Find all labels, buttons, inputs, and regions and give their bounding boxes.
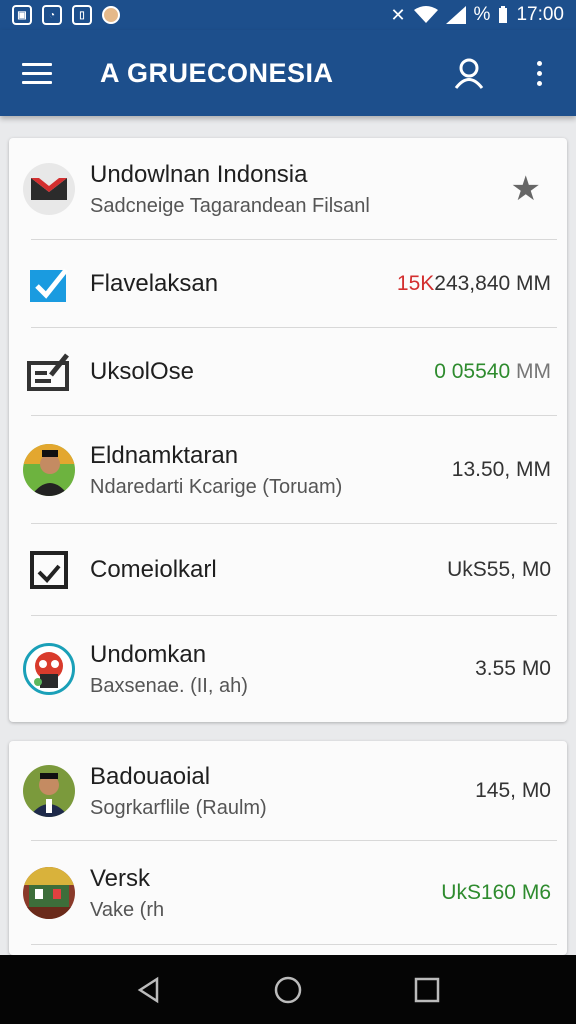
recents-icon[interactable] <box>405 968 449 1012</box>
item-title: UksolOse <box>90 358 195 385</box>
item-subtitle: Ndaredarti Kcarige (Toruam) <box>90 475 343 498</box>
item-value: UkS160 M6 <box>441 881 551 904</box>
system-nav-bar <box>0 955 576 1024</box>
item-title: Comeiolkarl <box>90 556 217 583</box>
battery-icon <box>499 6 508 23</box>
check-square-icon <box>22 543 76 597</box>
list-item[interactable]: UksolOse 0 05540 MM <box>9 328 567 416</box>
wifi-icon <box>413 6 438 23</box>
avatar <box>22 764 76 818</box>
item-title: Flavelaksan <box>90 270 219 297</box>
list-item[interactable]: Undomkan Baxsenae. (II, ah) 3.55 M0 <box>9 616 567 722</box>
list-item[interactable]: Eldnamktaran Ndaredarti Kcarige (Toruam)… <box>9 416 567 524</box>
account-card: Undowlnan Indonsia Sadcneige Tagarandean… <box>9 138 567 722</box>
mute-icon: ✕ <box>390 5 406 25</box>
battery-label: % <box>473 4 491 25</box>
menu-icon[interactable] <box>22 51 66 95</box>
face-icon <box>102 6 120 24</box>
card-header[interactable]: Undowlnan Indonsia Sadcneige Tagarandean… <box>9 138 567 240</box>
item-subtitle: Sogrkarflile (Raulm) <box>90 796 267 819</box>
item-value: 0 05540 MM <box>434 360 551 383</box>
item-value: 145, M0 <box>475 779 551 802</box>
account-card-secondary: Badouaoial Sogrkarflile (Raulm) 145, M0 … <box>9 741 567 955</box>
list-item[interactable]: Flavelaksan 15K243,840 MM <box>9 240 567 328</box>
avatar <box>22 642 76 696</box>
item-title: Versk <box>90 864 151 892</box>
status-bar: ▣ ◔ ▯ ✕ % 17:00 <box>0 0 576 30</box>
list-item[interactable]: Comeiolkarl UkS55, M0 <box>9 524 567 616</box>
item-value: 13.50, MM <box>451 458 551 481</box>
notification-icon: ▣ <box>12 5 32 25</box>
card-title: Undowlnan Indonsia <box>90 160 308 188</box>
item-subtitle: Vake (rh <box>90 898 165 921</box>
list-item[interactable]: Badouaoial Sogrkarflile (Raulm) 145, M0 <box>9 741 567 841</box>
clock: 17:00 <box>516 4 564 25</box>
item-title: Undomkan <box>90 640 207 668</box>
item-title: Badouaoial <box>90 762 211 790</box>
more-vertical-icon[interactable] <box>516 50 562 96</box>
item-value: 15K243,840 MM <box>396 272 551 295</box>
flag-logo <box>22 162 76 216</box>
home-icon[interactable] <box>266 968 310 1012</box>
avatar <box>22 866 76 920</box>
sim-icon: ▯ <box>72 5 92 25</box>
app-bar: A GRUECONESIA <box>0 30 576 116</box>
signal-icon <box>445 6 466 24</box>
list-item[interactable]: Versk Vake (rh UkS160 M6 <box>9 841 567 945</box>
item-value: 3.55 M0 <box>475 657 551 680</box>
message-icon: ◔ <box>42 5 62 25</box>
back-icon[interactable] <box>127 968 171 1012</box>
app-title: A GRUECONESIA <box>100 57 334 88</box>
document-edit-icon <box>22 345 76 399</box>
avatar <box>22 443 76 497</box>
item-value: UkS55, M0 <box>447 558 551 581</box>
star-icon[interactable]: ★ <box>511 169 541 209</box>
item-title: Eldnamktaran <box>90 441 239 469</box>
item-subtitle: Baxsenae. (II, ah) <box>90 674 248 697</box>
checkbox-icon <box>22 257 76 311</box>
card-subtitle: Sadcneige Tagarandean Filsanl <box>90 194 370 217</box>
person-icon[interactable] <box>446 50 492 96</box>
